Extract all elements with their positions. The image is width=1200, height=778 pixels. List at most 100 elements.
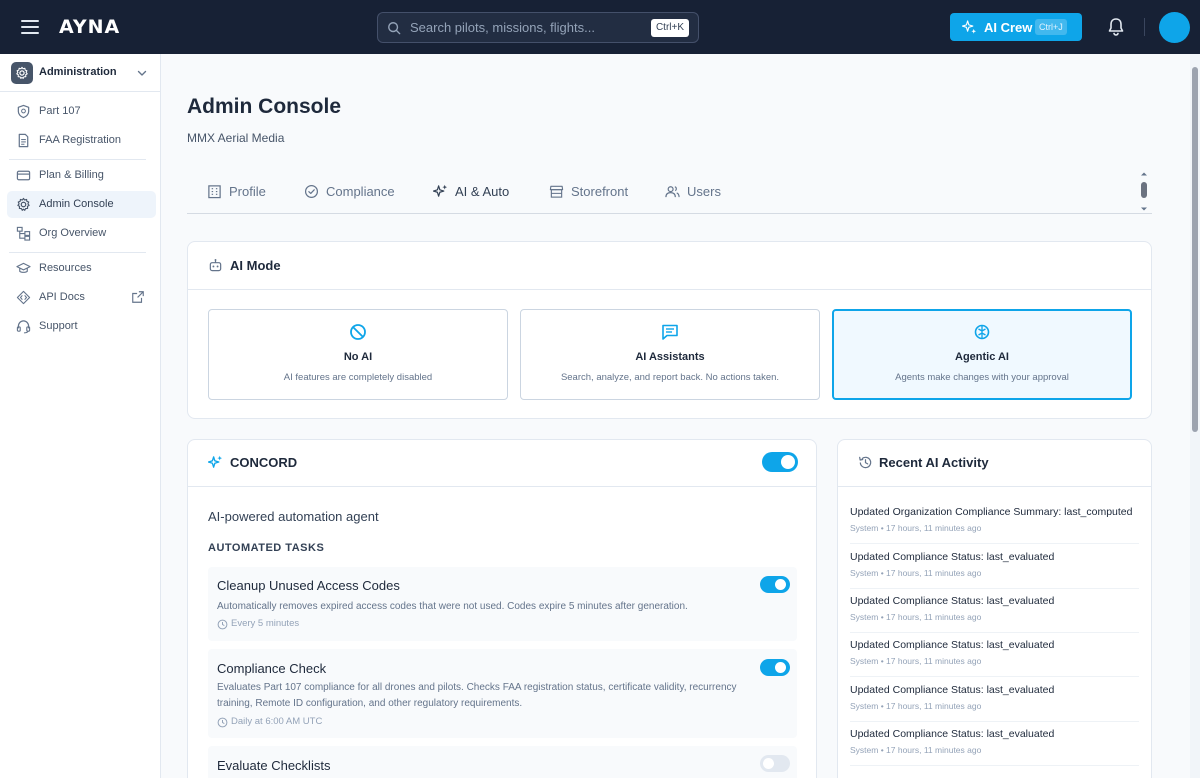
bell-icon[interactable]: [1107, 17, 1125, 37]
org-chart-icon: [16, 226, 31, 241]
activity-item[interactable]: Updated Compliance Status: last_evaluate…: [850, 721, 1139, 766]
sidebar-item-label: Part 107: [39, 105, 81, 117]
brain-icon: [974, 324, 990, 340]
topbar-divider: [1144, 18, 1145, 36]
sidebar-item-label: Org Overview: [39, 227, 107, 239]
document-icon: [18, 133, 29, 148]
sparkles-icon: [962, 20, 977, 34]
task-description: Evaluates Part 107 compliance for all dr…: [217, 682, 737, 709]
activity-item[interactable]: Updated Compliance Status: last_evaluate…: [850, 544, 1139, 589]
credit-card-icon: [16, 170, 31, 181]
gear-icon: [11, 62, 33, 84]
check-circle-icon: [304, 184, 319, 199]
chevron-down-icon: [137, 70, 147, 76]
user-avatar[interactable]: [1159, 12, 1190, 43]
task-toggle[interactable]: [760, 755, 790, 772]
activity-meta: System • 17 hours, 11 minutes ago: [850, 612, 982, 622]
ai-crew-label: AI Crew: [984, 20, 1033, 35]
users-icon: [665, 186, 680, 198]
activity-meta: System • 17 hours, 11 minutes ago: [850, 701, 982, 711]
sidebar-item-resources[interactable]: Resources: [7, 255, 156, 282]
search-box[interactable]: Ctrl+K: [377, 12, 699, 43]
task-toggle[interactable]: [760, 576, 790, 593]
activity-meta: System • 17 hours, 11 minutes ago: [850, 568, 982, 578]
task-title: Cleanup Unused Access Codes: [217, 578, 400, 593]
sidebar-item-label: Resources: [39, 262, 92, 274]
activity-meta: System • 17 hours, 11 minutes ago: [850, 656, 982, 666]
ai-mode-option-description: Agents make changes with your approval: [895, 372, 1069, 383]
ai-crew-shortcut-badge: Ctrl+J: [1035, 19, 1067, 35]
sidebar-item-label: Support: [39, 320, 78, 332]
page-scrollbar-thumb[interactable]: [1192, 67, 1198, 432]
task-schedule: Every 5 minutes: [217, 618, 300, 630]
hamburger-menu-icon[interactable]: [20, 17, 40, 37]
activity-item[interactable]: Updated Compliance Status: last_evaluate…: [850, 677, 1139, 722]
search-input[interactable]: [410, 13, 660, 42]
ai-mode-option-title: AI Assistants: [635, 351, 705, 363]
sidebar-divider: [9, 159, 146, 160]
logo-text: AYNA: [59, 16, 121, 38]
external-link-icon: [132, 291, 144, 303]
sidebar-item-plan-billing[interactable]: Plan & Billing: [7, 162, 156, 189]
ai-mode-option-title: No AI: [343, 351, 373, 363]
task-title: Compliance Check: [217, 661, 327, 676]
sidebar-item-org-overview[interactable]: Org Overview: [7, 220, 156, 247]
tab-label: Users: [687, 184, 721, 199]
ai-crew-button[interactable]: AI Crew Ctrl+J: [950, 13, 1082, 41]
activity-item[interactable]: Updated Organization Compliance Summary:…: [850, 499, 1139, 544]
automated-tasks-heading: AUTOMATED TASKS: [208, 542, 325, 554]
activity-item[interactable]: Updated Compliance Status: last_evaluate…: [850, 588, 1139, 633]
task-schedule: Daily at 6:00 AM UTC: [217, 716, 322, 728]
recent-activity-title: Recent AI Activity: [879, 455, 989, 470]
gear-icon: [17, 197, 30, 211]
top-bar: AYNA Ctrl+K AI Crew Ctrl+J: [0, 0, 1200, 54]
activity-title: Updated Compliance Status: last_evaluate…: [850, 639, 1055, 651]
page-title: Admin Console: [187, 95, 342, 118]
concord-card: CONCORD AI-powered automation agent AUTO…: [187, 439, 817, 778]
ai-mode-option-description: Search, analyze, and report back. No act…: [560, 372, 780, 383]
logo[interactable]: AYNA: [57, 12, 120, 42]
graduation-cap-icon: [16, 262, 31, 273]
task-schedule-text: Every 5 minutes: [231, 618, 300, 629]
concord-title: CONCORD: [230, 455, 298, 470]
task-toggle[interactable]: [760, 659, 790, 676]
history-icon: [859, 456, 872, 469]
ai-mode-option-title: Agentic AI: [955, 351, 1009, 363]
sidebar-item-label: API Docs: [39, 291, 85, 303]
tab-label: Compliance: [326, 184, 395, 199]
concord-enable-toggle[interactable]: [762, 452, 798, 472]
ban-icon: [350, 324, 366, 340]
sidebar-divider: [9, 252, 146, 253]
task-title: Evaluate Checklists: [217, 758, 331, 773]
ai-mode-option-description: AI features are completely disabled: [283, 372, 433, 383]
page-scrollbar[interactable]: [1190, 54, 1200, 778]
tab-bar: Profile Compliance AI & Auto Storefront …: [187, 172, 1152, 214]
card-divider: [188, 289, 1151, 290]
ai-mode-option-ai-assistants[interactable]: AI Assistants Search, analyze, and repor…: [520, 309, 820, 400]
sidebar-section-selector[interactable]: Administration: [0, 54, 160, 92]
sidebar-item-faa-registration[interactable]: FAA Registration: [7, 127, 156, 154]
ai-mode-option-agentic-ai[interactable]: Agentic AI Agents make changes with your…: [832, 309, 1132, 400]
ai-mode-option-no-ai[interactable]: No AI AI features are completely disable…: [208, 309, 508, 400]
sidebar-item-admin-console[interactable]: Admin Console: [7, 191, 156, 218]
sidebar-item-label: Admin Console: [39, 198, 114, 210]
code-icon: [16, 290, 31, 305]
ai-mode-title: AI Mode: [230, 258, 281, 273]
activity-meta: System • 17 hours, 11 minutes ago: [850, 745, 982, 755]
sidebar-section-label: Administration: [39, 66, 117, 78]
tab-label: Storefront: [571, 184, 629, 199]
sidebar-item-label: FAA Registration: [39, 134, 121, 146]
sidebar-item-part-107[interactable]: Part 107: [7, 98, 156, 125]
tab-scrollbar[interactable]: [1138, 172, 1150, 212]
sidebar-item-support[interactable]: Support: [7, 313, 156, 340]
task-description: Automatically removes expired access cod…: [217, 601, 688, 612]
activity-item[interactable]: Updated Compliance Status: last_evaluate…: [850, 632, 1139, 677]
building-icon: [208, 185, 221, 199]
recent-activity-card: Recent AI Activity Updated Organization …: [837, 439, 1152, 778]
sidebar-item-api-docs[interactable]: API Docs: [7, 284, 156, 311]
task-card: Cleanup Unused Access Codes Automaticall…: [208, 567, 797, 641]
sidebar: Administration Part 107 FAA Registration…: [0, 54, 161, 778]
sidebar-item-label: Plan & Billing: [39, 169, 104, 181]
activity-title: Updated Organization Compliance Summary:…: [850, 506, 1133, 518]
clock-icon: [217, 619, 228, 630]
